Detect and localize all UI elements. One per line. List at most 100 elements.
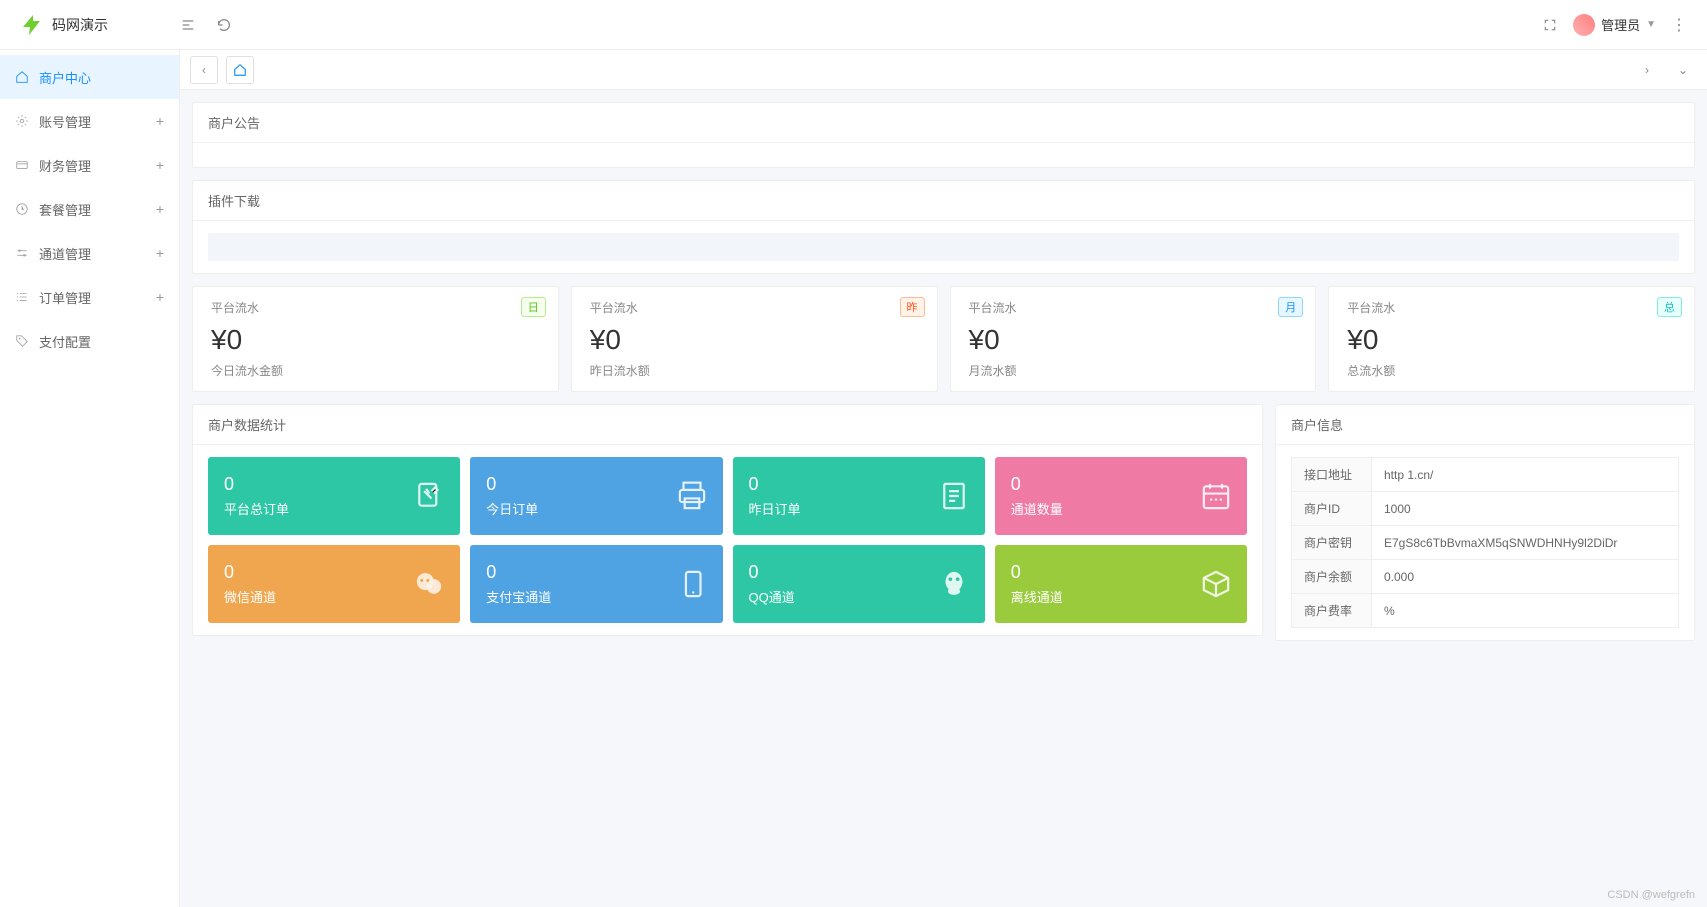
stat-desc: 今日流水金额 [211, 362, 540, 379]
flow-stats-row: 平台流水日¥0今日流水金额平台流水昨¥0昨日流水额平台流水月¥0月流水额平台流水… [192, 286, 1695, 392]
phone-icon [675, 567, 709, 601]
data-stats-title: 商户数据统计 [193, 405, 1262, 445]
card-number: 0 [749, 562, 969, 583]
stat-desc: 总流水额 [1347, 362, 1676, 379]
file-icon [937, 479, 971, 513]
info-value: 0.000 [1372, 560, 1679, 594]
card-number: 0 [1011, 474, 1231, 495]
card-label: QQ通道 [749, 587, 969, 606]
logo-icon [20, 13, 44, 37]
flow-stat-card-1: 平台流水昨¥0昨日流水额 [571, 286, 938, 392]
stat-title: 平台流水 [590, 299, 919, 316]
sidebar-item-6[interactable]: 支付配置 [0, 319, 179, 363]
data-card-0[interactable]: 0 平台总订单 [208, 457, 460, 535]
tab-prev-button[interactable]: ‹ [190, 56, 218, 84]
header-right-controls: 管理员 ▼ ⋮ [1542, 14, 1687, 36]
info-row-0: 接口地址http 1.cn/ [1292, 458, 1679, 492]
expand-icon: + [156, 289, 164, 305]
data-card-4[interactable]: 0 微信通道 [208, 545, 460, 623]
stat-value: ¥0 [590, 324, 919, 356]
card-label: 昨日订单 [749, 499, 969, 518]
tab-home-button[interactable] [226, 56, 254, 84]
tab-dropdown-button[interactable]: ⌄ [1669, 56, 1697, 84]
card-number: 0 [749, 474, 969, 495]
refresh-button[interactable] [216, 17, 232, 33]
sidebar-item-label: 支付配置 [39, 332, 91, 351]
sidebar-item-4[interactable]: 通道管理 + [0, 231, 179, 275]
caret-down-icon: ▼ [1646, 19, 1656, 30]
stat-desc: 月流水额 [969, 362, 1298, 379]
list-icon [15, 290, 29, 304]
info-value: http 1.cn/ [1372, 458, 1679, 492]
plugin-empty-bar [208, 233, 1679, 261]
announcement-title: 商户公告 [193, 103, 1694, 143]
data-card-1[interactable]: 0 今日订单 [470, 457, 722, 535]
fullscreen-button[interactable] [1542, 17, 1558, 33]
wechat-icon [412, 567, 446, 601]
stat-badge: 月 [1278, 297, 1303, 317]
data-card-7[interactable]: 0离线通道 [995, 545, 1247, 623]
info-key: 商户密钥 [1292, 526, 1372, 560]
info-row-4: 商户费率% [1292, 594, 1679, 628]
watermark: CSDN @wefgrefn [1607, 889, 1695, 901]
sidebar-item-label: 商户中心 [39, 68, 91, 87]
sidebar-item-label: 订单管理 [39, 288, 91, 307]
flow-stat-card-0: 平台流水日 ¥0 今日流水金额 [192, 286, 559, 392]
header-left-controls [180, 17, 232, 33]
expand-icon: + [156, 157, 164, 173]
announcement-panel: 商户公告 [192, 102, 1695, 168]
info-row-1: 商户ID1000 [1292, 492, 1679, 526]
content: 商户公告 插件下载 平台流水日¥0今日流水金额平台流水昨¥0昨日流水额平台流水月… [180, 90, 1707, 907]
stat-value: ¥0 [969, 324, 1298, 356]
sidebar-item-0[interactable]: 商户中心 [0, 55, 179, 99]
flow-stat-card-3: 平台流水总¥0总流水额 [1328, 286, 1695, 392]
qq-icon [937, 567, 971, 601]
stat-badge: 日 [521, 297, 546, 317]
stat-value: ¥0 [211, 324, 540, 356]
card-number: 0 [224, 562, 444, 583]
main-area: ‹ › ⌄ 商户公告 插件下载 平台流水日¥0今日流水金额平台流水昨¥0昨日流水… [180, 50, 1707, 907]
stat-title: 平台流水 [211, 299, 540, 316]
sidebar-item-label: 通道管理 [39, 244, 91, 263]
data-stats-grid: 0平台总订单0今日订单0昨日订单0通道数量0微信通道0支付宝通道0QQ通道0离线… [208, 457, 1247, 623]
stat-badge: 昨 [900, 297, 925, 317]
data-stats-panel: 商户数据统计 0平台总订单0今日订单0昨日订单0通道数量0微信通道0支付宝通道0… [192, 404, 1263, 636]
tabs-bar: ‹ › ⌄ [180, 50, 1707, 90]
sidebar-item-1[interactable]: 账号管理 + [0, 99, 179, 143]
expand-icon: + [156, 113, 164, 129]
merchant-info-table: 接口地址http 1.cn/商户ID1000商户密钥E7gS8c6TbBvmaX… [1291, 457, 1679, 628]
expand-icon: + [156, 245, 164, 261]
card-number: 0 [486, 474, 706, 495]
sidebar-item-3[interactable]: 套餐管理+ [0, 187, 179, 231]
avatar [1573, 14, 1595, 36]
data-card-2[interactable]: 0 昨日订单 [733, 457, 985, 535]
data-card-3[interactable]: 0通道数量 [995, 457, 1247, 535]
tab-next-button[interactable]: › [1633, 56, 1661, 84]
collapse-menu-button[interactable] [180, 17, 196, 33]
sidebar-item-label: 账号管理 [39, 112, 91, 131]
data-card-6[interactable]: 0 QQ通道 [733, 545, 985, 623]
logo-area: 码网演示 [20, 13, 180, 37]
card-label: 支付宝通道 [486, 587, 706, 606]
card-number: 0 [224, 474, 444, 495]
sidebar: 商户中心账号管理+财务管理+套餐管理+通道管理+订单管理+支付配置 [0, 50, 180, 907]
info-key: 商户费率 [1292, 594, 1372, 628]
more-button[interactable]: ⋮ [1671, 15, 1687, 35]
info-value: % [1372, 594, 1679, 628]
card-label: 微信通道 [224, 587, 444, 606]
info-key: 接口地址 [1292, 458, 1372, 492]
card-icon [15, 158, 29, 172]
card-label: 平台总订单 [224, 499, 444, 518]
gear-icon [15, 114, 29, 128]
stat-title: 平台流水 [1347, 299, 1676, 316]
user-menu[interactable]: 管理员 ▼ [1573, 14, 1656, 36]
merchant-info-panel: 商户信息 接口地址http 1.cn/商户ID1000商户密钥E7gS8c6Tb… [1275, 404, 1695, 641]
card-label: 今日订单 [486, 499, 706, 518]
user-label: 管理员 [1601, 15, 1640, 34]
cube-icon [1199, 567, 1233, 601]
clock-icon [15, 202, 29, 216]
card-label: 离线通道 [1011, 587, 1231, 606]
data-card-5[interactable]: 0支付宝通道 [470, 545, 722, 623]
sidebar-item-5[interactable]: 订单管理 + [0, 275, 179, 319]
sidebar-item-2[interactable]: 财务管理+ [0, 143, 179, 187]
